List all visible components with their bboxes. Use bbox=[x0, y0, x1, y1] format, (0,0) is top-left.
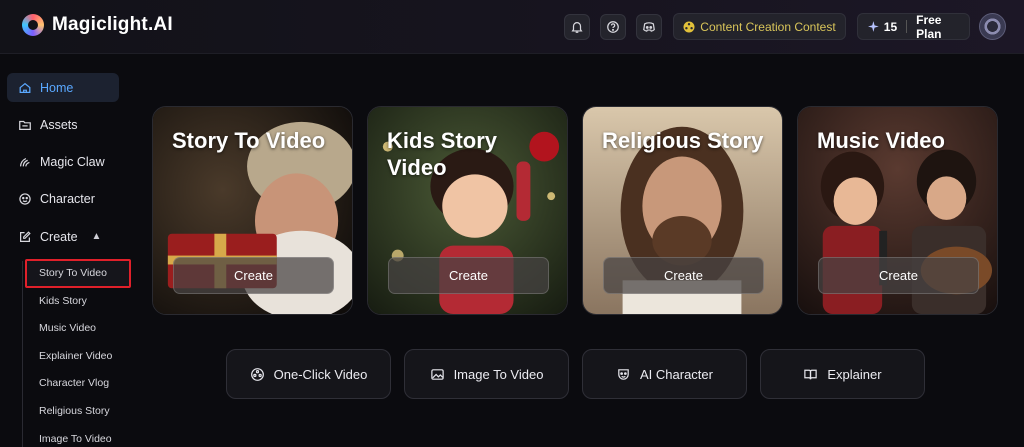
card-religious-story[interactable]: Religious Story Create bbox=[582, 106, 783, 315]
contest-label: Content Creation Contest bbox=[700, 19, 836, 34]
quick-action-label: AI Character bbox=[640, 366, 713, 382]
card-title: Religious Story bbox=[602, 128, 764, 153]
card-story-to-video[interactable]: Story To Video Create bbox=[152, 106, 353, 315]
submenu-item-image-to-video[interactable]: Image To Video bbox=[39, 433, 112, 445]
discord-button[interactable] bbox=[636, 14, 662, 40]
film-reel-icon bbox=[250, 367, 264, 381]
divider bbox=[906, 20, 908, 33]
brand[interactable]: Magiclight.AI bbox=[22, 14, 173, 36]
card-title: Story To Video bbox=[172, 128, 326, 153]
character-icon bbox=[19, 192, 31, 205]
submenu-item-story-to-video[interactable]: Story To Video bbox=[39, 267, 107, 279]
ai-character-button[interactable]: AI Character bbox=[582, 349, 747, 399]
plan-label: Free Plan bbox=[916, 12, 942, 41]
folder-icon bbox=[19, 120, 31, 130]
logo-icon bbox=[22, 14, 44, 36]
quick-action-label: One-Click Video bbox=[273, 366, 368, 382]
help-icon bbox=[607, 21, 619, 33]
sidebar-item-home[interactable]: Home bbox=[7, 73, 119, 102]
explainer-button[interactable]: Explainer bbox=[760, 349, 925, 399]
help-button[interactable] bbox=[600, 14, 626, 40]
submenu-item-character-vlog[interactable]: Character Vlog bbox=[39, 377, 109, 389]
create-button[interactable]: Create bbox=[603, 257, 764, 294]
chevron-up-icon: ▲ bbox=[91, 231, 102, 242]
submenu-item-explainer-video[interactable]: Explainer Video bbox=[39, 350, 112, 362]
create-button[interactable]: Create bbox=[388, 257, 549, 294]
quick-action-label: Explainer bbox=[827, 366, 882, 382]
sidebar-item-assets[interactable]: Assets bbox=[7, 110, 119, 139]
submenu-item-kids-story[interactable]: Kids Story bbox=[39, 295, 87, 307]
book-icon bbox=[804, 369, 818, 379]
notification-button[interactable] bbox=[564, 14, 590, 40]
bell-icon bbox=[571, 22, 583, 33]
sparkle-icon bbox=[868, 21, 879, 32]
sidebar-item-label: Magic Claw bbox=[40, 154, 105, 169]
card-title: Kids Story Video bbox=[387, 128, 498, 180]
one-click-video-button[interactable]: One-Click Video bbox=[226, 349, 391, 399]
sidebar-item-character[interactable]: Character bbox=[7, 184, 119, 213]
plan-button[interactable]: 15 Free Plan bbox=[857, 12, 970, 41]
sidebar-item-label: Character bbox=[40, 191, 95, 206]
card-music-video[interactable]: Music Video Create bbox=[797, 106, 998, 315]
mask-icon bbox=[618, 368, 629, 380]
create-button[interactable]: Create bbox=[173, 257, 334, 294]
card-title: Music Video bbox=[817, 128, 945, 153]
sidebar-item-label: Create bbox=[40, 229, 78, 244]
sidebar-item-create[interactable]: Create ▲ bbox=[7, 222, 119, 251]
create-icon bbox=[20, 230, 31, 242]
submenu-item-music-video[interactable]: Music Video bbox=[39, 322, 96, 334]
discord-icon bbox=[643, 22, 655, 32]
brand-name: Magiclight.AI bbox=[52, 14, 173, 35]
create-button[interactable]: Create bbox=[818, 257, 979, 294]
image-to-video-button[interactable]: Image To Video bbox=[404, 349, 569, 399]
contest-button[interactable]: Content Creation Contest bbox=[673, 13, 846, 40]
image-icon bbox=[430, 368, 444, 380]
claw-icon bbox=[20, 157, 30, 166]
sidebar-item-label: Home bbox=[40, 80, 74, 95]
home-icon bbox=[19, 82, 31, 93]
sidebar: Home Assets Magic Claw Character Create … bbox=[0, 55, 138, 447]
submenu-item-religious-story[interactable]: Religious Story bbox=[39, 405, 110, 417]
submenu-guide bbox=[22, 261, 23, 447]
quick-action-label: Image To Video bbox=[453, 366, 544, 382]
reel-icon bbox=[683, 21, 695, 32]
avatar[interactable] bbox=[979, 13, 1006, 40]
card-kids-story-video[interactable]: Kids Story Video Create bbox=[367, 106, 568, 315]
top-bar: Magiclight.AI Content Creation Contest 1… bbox=[0, 0, 1024, 54]
sidebar-item-label: Assets bbox=[40, 117, 78, 132]
credits-count: 15 bbox=[883, 19, 898, 34]
sidebar-item-magic-claw[interactable]: Magic Claw bbox=[7, 147, 119, 176]
